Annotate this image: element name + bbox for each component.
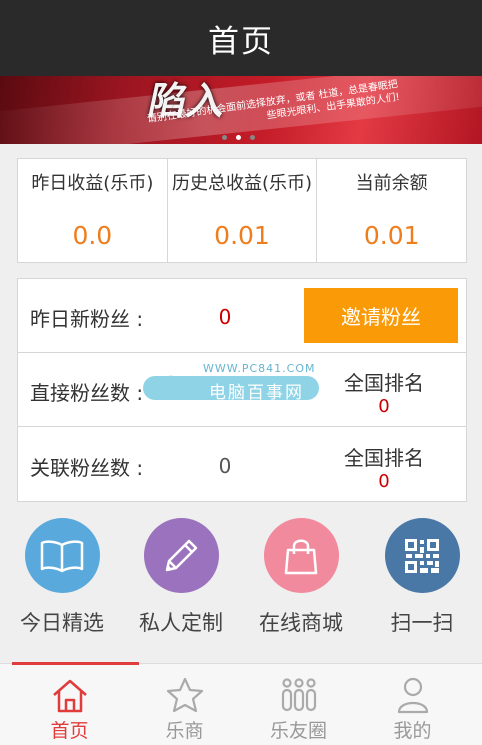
fans-label: 昨日新粉丝 : xyxy=(30,307,144,331)
page-title: 首页 xyxy=(208,23,274,60)
rank-value: 0 xyxy=(378,396,390,417)
stat-total-earnings: 历史总收益(乐币) 0.01 xyxy=(168,159,318,262)
national-rank: 全国排名 0 xyxy=(330,442,438,492)
quick-action-shop[interactable]: 在线商城 xyxy=(241,518,361,637)
tab-home[interactable]: 首页 xyxy=(12,662,139,745)
tab-label: 乐友圈 xyxy=(269,720,327,742)
watermark-url: WWW.PC841.COM xyxy=(203,362,316,375)
pagination-dot-active[interactable] xyxy=(236,135,241,140)
fans-row-related: 关联粉丝数 : 0 全国排名 0 xyxy=(18,428,466,502)
tab-label: 首页 xyxy=(50,720,89,742)
promo-banner[interactable]: 陷入 请别在最好的机会面前选择放弃，或者 杜道，总是春眠把些眼光眼利、出手果敢的… xyxy=(0,76,482,144)
invite-fans-button[interactable]: 邀请粉丝 xyxy=(304,288,458,343)
earnings-panel: 昨日收益(乐币) 0.0 历史总收益(乐币) 0.01 当前余额 0.01 xyxy=(17,158,467,263)
tab-leshang[interactable]: 乐商 xyxy=(127,664,242,745)
pagination-dot[interactable] xyxy=(222,135,227,140)
stat-value: 0.0 xyxy=(72,221,113,250)
quick-action-today-picks[interactable]: 今日精选 xyxy=(2,518,122,637)
pencil-icon xyxy=(143,518,219,593)
banner-pagination xyxy=(222,135,255,140)
fans-row-yesterday: 昨日新粉丝 : 0 邀请粉丝 xyxy=(18,279,466,353)
bottom-tab-bar: 首页 乐商 乐友圈 我的 xyxy=(0,662,482,745)
tab-label: 乐商 xyxy=(165,720,204,742)
home-icon xyxy=(12,664,127,714)
qr-code-icon xyxy=(384,518,460,593)
fans-value: 0 xyxy=(218,454,232,478)
rank-value: 0 xyxy=(378,471,390,492)
rank-label: 全国排名 xyxy=(344,446,424,470)
active-tab-indicator xyxy=(12,662,139,665)
quick-action-label: 扫一扫 xyxy=(390,611,454,635)
stat-yesterday-earnings: 昨日收益(乐币) 0.0 xyxy=(18,159,168,262)
people-icon xyxy=(241,664,356,714)
stat-label: 历史总收益(乐币) xyxy=(171,173,313,194)
quick-action-custom[interactable]: 私人定制 xyxy=(121,518,241,637)
star-icon xyxy=(127,664,242,714)
title-bar: 首页 xyxy=(0,0,482,76)
tab-mine[interactable]: 我的 xyxy=(355,664,470,745)
quick-action-scan[interactable]: 扫一扫 xyxy=(362,518,482,637)
quick-action-label: 今日精选 xyxy=(20,611,104,635)
watermark-name: 电脑百事网 xyxy=(209,383,304,403)
quick-action-label: 在线商城 xyxy=(259,611,343,635)
national-rank: 全国排名 0 xyxy=(330,367,438,417)
shopping-bag-icon xyxy=(263,518,339,593)
tab-label: 我的 xyxy=(393,720,432,742)
stat-balance: 当前余额 0.01 xyxy=(317,159,466,262)
tab-friends-circle[interactable]: 乐友圈 xyxy=(241,664,356,745)
fans-label: 关联粉丝数 : xyxy=(30,456,144,480)
quick-action-label: 私人定制 xyxy=(139,611,223,635)
watermark: WWW.PC841.COM 电脑百事网 xyxy=(143,362,321,404)
fans-value: 0 xyxy=(218,305,232,329)
stat-value: 0.01 xyxy=(214,221,270,250)
pagination-dot[interactable] xyxy=(250,135,255,140)
fans-label: 直接粉丝数 : xyxy=(30,381,144,405)
stat-label: 昨日收益(乐币) xyxy=(31,173,154,194)
stat-value: 0.01 xyxy=(363,221,420,250)
book-icon xyxy=(24,518,100,593)
rank-label: 全国排名 xyxy=(344,371,424,395)
quick-actions: 今日精选 私人定制 在线商城 扫一扫 xyxy=(0,512,482,652)
stat-label: 当前余额 xyxy=(355,173,428,194)
user-icon xyxy=(355,664,470,714)
